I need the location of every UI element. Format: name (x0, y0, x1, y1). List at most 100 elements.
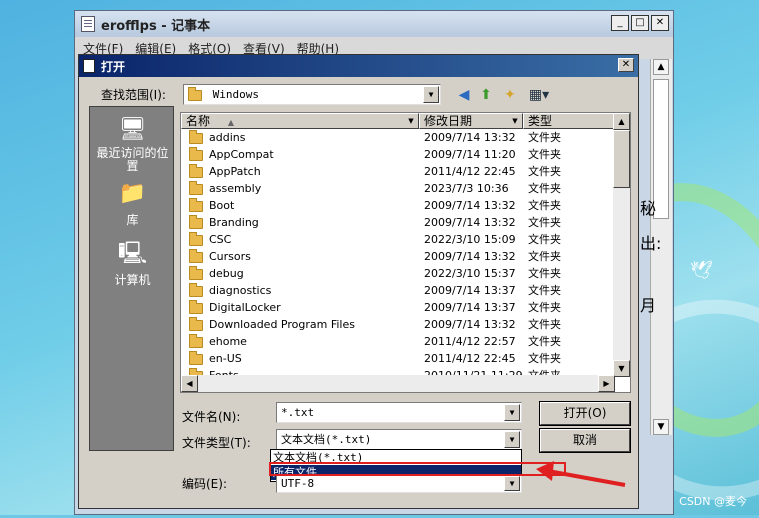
dialog-title-bar[interactable]: 打开 (79, 55, 638, 77)
file-type: 文件夹 (528, 250, 561, 263)
chevron-down-icon[interactable]: ▼ (504, 431, 520, 448)
file-name: en-US (209, 352, 242, 365)
file-date: 2009/7/14 13:32 (424, 216, 516, 229)
scroll-up-icon[interactable]: ▲ (613, 113, 630, 130)
chevron-down-icon[interactable]: ▼ (509, 115, 521, 127)
cancel-button[interactable]: 取消 (539, 428, 631, 453)
filename-input[interactable]: *.txt ▼ (276, 402, 522, 423)
close-button[interactable]: ✕ (651, 15, 669, 31)
scroll-up-icon[interactable]: ▲ (653, 59, 669, 75)
file-name: AppCompat (209, 148, 274, 161)
file-type: 文件夹 (528, 182, 561, 195)
file-name: Branding (209, 216, 259, 229)
list-item[interactable]: AppPatch 2011/4/12 22:45 文件夹 (181, 163, 613, 180)
file-date: 2009/7/14 11:20 (424, 148, 516, 161)
file-date: 2011/4/12 22:45 (424, 165, 516, 178)
list-item[interactable]: assembly 2023/7/3 10:36 文件夹 (181, 180, 613, 197)
column-header-name[interactable]: 名称 ▲ ▼ (181, 113, 419, 129)
file-name: Boot (209, 199, 235, 212)
list-item[interactable]: debug 2022/3/10 15:37 文件夹 (181, 265, 613, 282)
scroll-down-icon[interactable]: ▼ (613, 360, 630, 377)
column-header-date[interactable]: 修改日期 ▼ (419, 113, 523, 129)
folder-icon (189, 214, 203, 229)
list-item[interactable]: Downloaded Program Files 2009/7/14 13:32 文… (181, 316, 613, 333)
list-item[interactable]: Boot 2009/7/14 13:32 文件夹 (181, 197, 613, 214)
list-item[interactable]: Cursors 2009/7/14 13:32 文件夹 (181, 248, 613, 265)
file-list-vertical-scrollbar[interactable]: ▲ ▼ (613, 113, 630, 377)
file-date: 2009/7/14 13:32 (424, 131, 516, 144)
place-library[interactable]: 📁 库 (90, 179, 175, 228)
dialog-icon (83, 59, 95, 73)
folder-icon (189, 248, 203, 263)
file-type: 文件夹 (528, 216, 561, 229)
file-type: 文件夹 (528, 318, 561, 331)
file-date: 2022/3/10 15:09 (424, 233, 516, 246)
file-date: 2009/7/14 13:32 (424, 199, 516, 212)
list-item[interactable]: addins 2009/7/14 13:32 文件夹 (181, 129, 613, 146)
chevron-down-icon[interactable]: ▼ (423, 86, 439, 103)
chevron-down-icon[interactable]: ▼ (504, 476, 520, 491)
notepad-title: erofflps - 记事本 (101, 18, 211, 34)
encoding-label: 编码(E): (182, 477, 227, 491)
file-date: 2009/7/14 13:32 (424, 318, 516, 331)
file-list-horizontal-scrollbar[interactable]: ◀ ▶ (181, 375, 615, 392)
list-item[interactable]: DigitalLocker 2009/7/14 13:37 文件夹 (181, 299, 613, 316)
folder-icon (189, 299, 203, 314)
folder-icon (189, 316, 203, 331)
file-type: 文件夹 (528, 301, 561, 314)
file-type: 文件夹 (528, 352, 561, 365)
scroll-left-icon[interactable]: ◀ (181, 375, 198, 392)
file-name: addins (209, 131, 246, 144)
file-name: ehome (209, 335, 247, 348)
folder-icon (189, 129, 203, 144)
view-menu-icon[interactable]: ▦▾ (527, 86, 551, 104)
file-date: 2022/3/10 15:37 (424, 267, 516, 280)
scroll-down-icon[interactable]: ▼ (653, 419, 669, 435)
filetype-select[interactable]: 文本文档(*.txt) ▼ (276, 429, 522, 450)
list-item[interactable]: diagnostics 2009/7/14 13:37 文件夹 (181, 282, 613, 299)
list-item[interactable]: CSC 2022/3/10 15:09 文件夹 (181, 231, 613, 248)
file-type: 文件夹 (528, 165, 561, 178)
list-item[interactable]: Branding 2009/7/14 13:32 文件夹 (181, 214, 613, 231)
back-icon[interactable]: ◀ (455, 86, 473, 104)
scroll-right-icon[interactable]: ▶ (598, 375, 615, 392)
folder-icon (189, 163, 203, 178)
maximize-button[interactable]: □ (631, 15, 649, 31)
notepad-title-bar[interactable]: erofflps - 记事本 (75, 11, 673, 37)
up-folder-icon[interactable]: ⬆ (477, 86, 495, 104)
place-recent[interactable]: 🖥 最近访问的位置 (90, 115, 175, 173)
open-button[interactable]: 打开(O) (539, 401, 631, 426)
file-type: 文件夹 (528, 233, 561, 246)
place-computer[interactable]: 🖳 计算机 (90, 239, 175, 288)
file-name: DigitalLocker (209, 301, 281, 314)
file-type: 文件夹 (528, 335, 561, 348)
dialog-title: 打开 (101, 59, 126, 74)
list-item[interactable]: en-US 2011/4/12 22:45 文件夹 (181, 350, 613, 367)
chevron-down-icon[interactable]: ▼ (504, 404, 520, 421)
open-file-dialog: 打开 ✕ 查找范围(I): Windows ▼ ◀ ⬆ ✦ ▦▾ 🖥 最近访问的… (78, 54, 639, 509)
list-item[interactable]: AppCompat 2009/7/14 11:20 文件夹 (181, 146, 613, 163)
file-type: 文件夹 (528, 267, 561, 280)
encoding-select[interactable]: UTF-8 ▼ (276, 474, 522, 493)
file-name: Cursors (209, 250, 251, 263)
file-date: 2009/7/14 13:32 (424, 250, 516, 263)
folder-icon (189, 350, 203, 365)
list-item[interactable]: ehome 2011/4/12 22:57 文件夹 (181, 333, 613, 350)
new-folder-icon[interactable]: ✦ (501, 86, 519, 104)
scroll-thumb[interactable] (613, 130, 630, 188)
notepad-icon (81, 16, 95, 32)
file-name: AppPatch (209, 165, 261, 178)
file-name: diagnostics (209, 284, 272, 297)
library-icon: 📁 (118, 181, 147, 206)
chevron-down-icon[interactable]: ▼ (405, 115, 417, 127)
places-bar: 🖥 最近访问的位置 📁 库 🖳 计算机 (89, 106, 174, 451)
recent-places-icon: 🖥 (118, 117, 147, 142)
minimize-button[interactable]: _ (611, 15, 629, 31)
file-name: CSC (209, 233, 232, 246)
notepad-text-fragment: 月 (640, 296, 657, 315)
dialog-close-button[interactable]: ✕ (618, 58, 634, 72)
file-type: 文件夹 (528, 131, 561, 144)
file-date: 2011/4/12 22:45 (424, 352, 516, 365)
column-header-type[interactable]: 类型 (523, 113, 615, 129)
lookin-combo[interactable]: Windows ▼ (183, 84, 441, 105)
